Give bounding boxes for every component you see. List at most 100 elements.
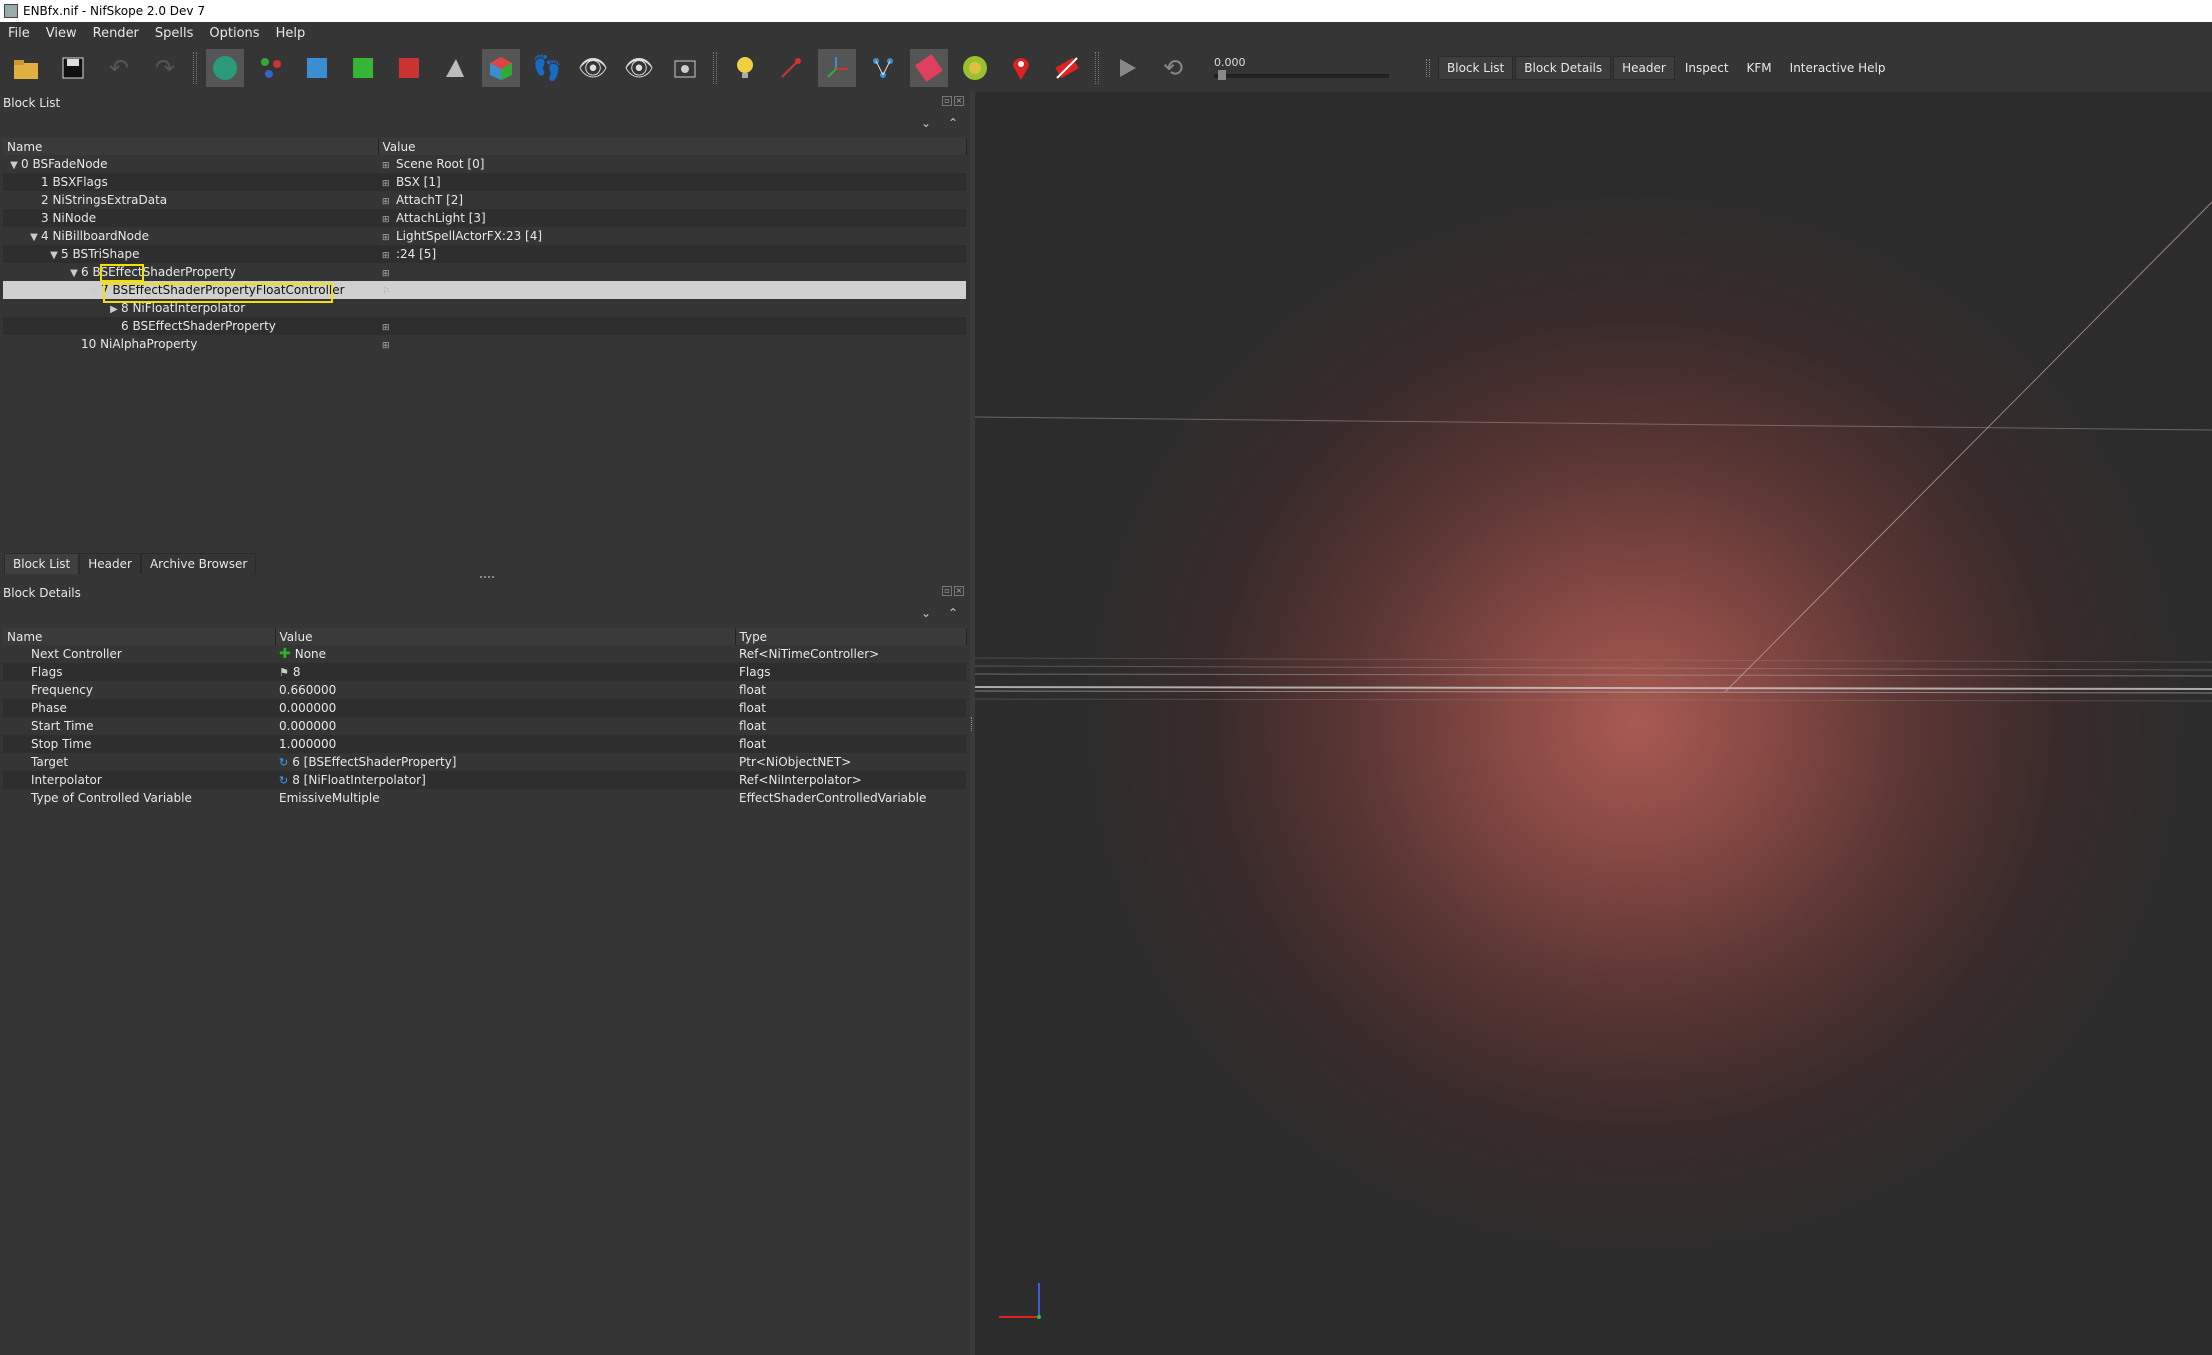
markers-icon[interactable]: [1002, 49, 1040, 87]
column-header-value[interactable]: Value: [378, 138, 967, 155]
toggle-block-list[interactable]: Block List: [1438, 56, 1514, 80]
tree-cell-value[interactable]: [378, 299, 966, 317]
detail-row[interactable]: Next Controller ✚ None Ref<NiTimeController…: [3, 645, 966, 663]
undo-icon[interactable]: ↶: [100, 49, 138, 87]
detail-row[interactable]: Target ↻ 6 [BSEffectShaderProperty] Ptr<NiO…: [3, 753, 966, 771]
walk-icon[interactable]: 👣: [528, 49, 566, 87]
tree-cell-name[interactable]: ▼ 0 BSFadeNode: [3, 155, 378, 173]
toggle-header[interactable]: Header: [1613, 56, 1675, 80]
detail-row[interactable]: Interpolator ↻ 8 [NiFloatInterpolator] Ref<…: [3, 771, 966, 789]
expand-arrow-icon[interactable]: ▼: [87, 286, 101, 297]
tree-cell-name[interactable]: 3 NiNode: [3, 209, 378, 227]
tree-cell-name[interactable]: ▼ 4 NiBillboardNode: [3, 227, 378, 245]
menu-file[interactable]: File: [0, 26, 38, 41]
float-panel-icon[interactable]: ▫: [942, 96, 952, 106]
close-panel-icon[interactable]: ×: [954, 96, 964, 106]
tree-cell-value[interactable]: ⊞ AttachT [2]: [378, 191, 966, 209]
tree-cell-name[interactable]: ▼ 5 BSTriShape: [3, 245, 378, 263]
tree-cell-value[interactable]: ⊞ AttachLight [3]: [378, 209, 966, 227]
slider-track[interactable]: [1214, 74, 1389, 78]
toggle-inspect[interactable]: Inspect: [1677, 57, 1737, 79]
tab-header[interactable]: Header: [79, 553, 141, 574]
detail-field-value[interactable]: 0.000000: [275, 717, 735, 735]
view-top-icon[interactable]: [298, 49, 336, 87]
menu-view[interactable]: View: [38, 26, 85, 41]
detail-field-value[interactable]: ↻ 8 [NiFloatInterpolator]: [275, 771, 735, 789]
loop-icon[interactable]: ⟲: [1154, 49, 1192, 87]
connect-nodes-icon[interactable]: [864, 49, 902, 87]
flip-view-icon[interactable]: [482, 49, 520, 87]
animation-time-slider[interactable]: 0.000: [1214, 48, 1394, 88]
close-panel-icon[interactable]: ×: [954, 586, 964, 596]
expand-all-icon[interactable]: ⌄: [918, 606, 934, 622]
tree-cell-name[interactable]: 2 NiStringsExtraData: [3, 191, 378, 209]
tab-block-list[interactable]: Block List: [4, 553, 80, 574]
float-panel-icon[interactable]: ▫: [942, 586, 952, 596]
block-link-icon[interactable]: ↻: [279, 774, 288, 787]
show-hidden-sel-icon[interactable]: 👁: [620, 49, 658, 87]
tree-row[interactable]: 6 BSEffectShaderProperty ⊞: [3, 317, 966, 335]
detail-field-value[interactable]: EmissiveMultiple: [275, 789, 735, 807]
tree-cell-name[interactable]: 6 BSEffectShaderProperty: [3, 317, 378, 335]
flags-icon[interactable]: ⚑: [279, 666, 289, 679]
slider-knob[interactable]: [1218, 70, 1226, 80]
axes-icon[interactable]: [818, 49, 856, 87]
mesh-colors-icon[interactable]: [910, 49, 948, 87]
detail-row[interactable]: Start Time 0.000000 float: [3, 717, 966, 735]
user-view-icon[interactable]: [436, 49, 474, 87]
detail-field-value[interactable]: ⚑ 8: [275, 663, 735, 681]
tree-cell-name[interactable]: ▼ 6 BSEffectShaderProperty: [3, 263, 378, 281]
redo-icon[interactable]: ↷: [146, 49, 184, 87]
tree-cell-value[interactable]: ⊞: [378, 263, 966, 281]
detail-row[interactable]: Type of Controlled Variable EmissiveMulti…: [3, 789, 966, 807]
textures-icon[interactable]: [956, 49, 994, 87]
tree-row[interactable]: ▼ 5 BSTriShape ⊞:24 [5]: [3, 245, 966, 263]
tab-archive-browser[interactable]: Archive Browser: [140, 553, 257, 574]
detail-row[interactable]: Phase 0.000000 float: [3, 699, 966, 717]
expand-arrow-icon[interactable]: ▼: [27, 232, 41, 243]
lighting-icon[interactable]: [726, 49, 764, 87]
block-link-icon[interactable]: ↻: [279, 756, 288, 769]
tree-cell-value[interactable]: ⊞: [378, 317, 966, 335]
tree-row[interactable]: 3 NiNode ⊞ AttachLight [3]: [3, 209, 966, 227]
select-node-icon[interactable]: [772, 49, 810, 87]
tree-cell-name[interactable]: ▼ 7 BSEffectShaderPropertyFloatController: [3, 281, 378, 299]
collapsed-arrow-icon[interactable]: ▶: [107, 304, 121, 315]
tree-row[interactable]: ▼ 4 NiBillboardNode ⊞ LightSpellActorFX:23 …: [3, 227, 966, 245]
tree-row[interactable]: ▶ 8 NiFloatInterpolator: [3, 299, 966, 317]
play-icon[interactable]: [1108, 49, 1146, 87]
toggle-interactive-help[interactable]: Interactive Help: [1782, 57, 1894, 79]
menu-spells[interactable]: Spells: [147, 26, 202, 41]
tree-row[interactable]: ▼ 6 BSEffectShaderProperty ⊞: [3, 263, 966, 281]
detail-row[interactable]: Stop Time 1.000000 float: [3, 735, 966, 753]
screenshot-icon[interactable]: [666, 49, 704, 87]
tree-row[interactable]: 2 NiStringsExtraData ⊞ AttachT [2]: [3, 191, 966, 209]
detail-row[interactable]: Frequency 0.660000 float: [3, 681, 966, 699]
detail-field-value[interactable]: ✚ None: [275, 645, 735, 663]
add-link-icon[interactable]: ✚: [279, 646, 291, 662]
tree-cell-value[interactable]: ⊞ Scene Root [0]: [378, 155, 966, 173]
column-header-value[interactable]: Value: [275, 628, 736, 645]
tree-cell-value[interactable]: ⊞ LightSpellActorFX:23 [4]: [378, 227, 966, 245]
tree-row[interactable]: 1 BSXFlags ⊞ BSX [1]: [3, 173, 966, 191]
toolbar-grip[interactable]: [1426, 59, 1430, 77]
tree-cell-value[interactable]: ⊞: [378, 335, 966, 353]
dock-splitter[interactable]: [480, 576, 494, 578]
load-icon[interactable]: [8, 49, 46, 87]
tree-cell-name[interactable]: ▶ 8 NiFloatInterpolator: [3, 299, 378, 317]
tree-cell-value[interactable]: ⚐: [378, 281, 966, 299]
view-front-icon[interactable]: [344, 49, 382, 87]
column-header-type[interactable]: Type: [735, 628, 967, 645]
tree-row[interactable]: 10 NiAlphaProperty ⊞: [3, 335, 966, 353]
detail-row[interactable]: Flags ⚑ 8 Flags: [3, 663, 966, 681]
save-icon[interactable]: [54, 49, 92, 87]
render-viewport[interactable]: [975, 92, 2212, 1355]
menu-options[interactable]: Options: [201, 26, 267, 41]
tree-cell-value[interactable]: ⊞ BSX [1]: [378, 173, 966, 191]
expand-arrow-icon[interactable]: ▼: [47, 250, 61, 261]
column-header-name[interactable]: Name: [3, 138, 379, 155]
detail-field-value[interactable]: 0.000000: [275, 699, 735, 717]
collapse-all-icon[interactable]: ⌃: [945, 116, 961, 132]
tree-cell-name[interactable]: 10 NiAlphaProperty: [3, 335, 378, 353]
toggle-block-details[interactable]: Block Details: [1515, 56, 1612, 80]
